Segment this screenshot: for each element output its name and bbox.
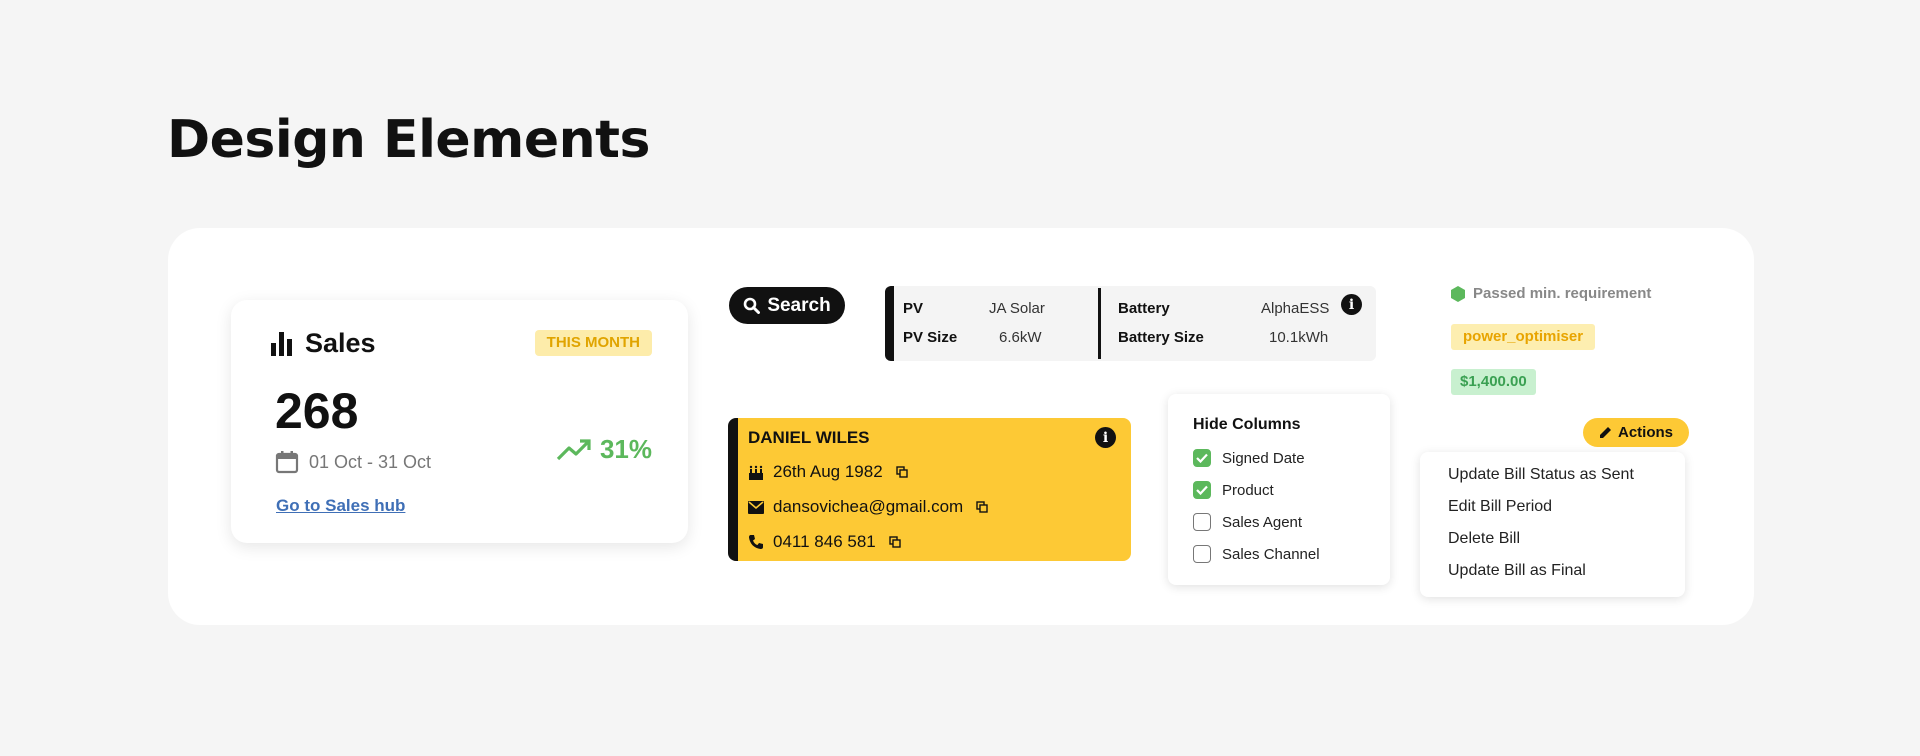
bar-chart-icon (271, 331, 292, 356)
pv-size-value: 6.6kW (999, 329, 1042, 346)
trend-value: 31% (599, 434, 652, 464)
battery-size-value: 10.1kWh (1269, 329, 1329, 346)
column-option-sales-agent[interactable]: Sales Agent (1193, 513, 1302, 531)
menu-item-delete-bill[interactable]: Delete Bill (1448, 530, 1520, 548)
copy-icon[interactable] (976, 501, 988, 513)
column-label: Sales Channel (1222, 545, 1320, 563)
date-range: 01 Oct - 31 Oct (275, 450, 431, 474)
checkbox-unchecked[interactable] (1193, 545, 1211, 563)
phone-text: 0411 846 581 (773, 532, 876, 551)
checkbox-unchecked[interactable] (1193, 513, 1211, 531)
spec-divider (1098, 288, 1101, 359)
sales-card: Sales THIS MONTH 268 01 Oct - 31 Oct 31%… (231, 300, 688, 543)
amount-tag: $1,400.00 (1451, 369, 1536, 395)
pv-label: PV (903, 300, 924, 317)
column-option-sales-channel[interactable]: Sales Channel (1193, 545, 1320, 563)
check-icon (1196, 485, 1208, 495)
menu-item-edit-period[interactable]: Edit Bill Period (1448, 498, 1552, 516)
hide-columns-title: Hide Columns (1193, 416, 1301, 433)
check-icon (1196, 453, 1208, 463)
copy-icon[interactable] (889, 536, 901, 548)
actions-button[interactable]: Actions (1583, 418, 1689, 447)
battery-size-label: Battery Size (1118, 329, 1204, 346)
period-badge: THIS MONTH (534, 330, 652, 356)
column-label: Sales Agent (1222, 513, 1303, 531)
column-label: Product (1222, 481, 1274, 499)
product-tag: power_optimiser (1451, 324, 1596, 350)
trending-up-icon (556, 438, 591, 460)
sales-hub-link[interactable]: Go to Sales hub (276, 496, 405, 516)
cake-icon (749, 465, 763, 480)
sales-value: 268 (275, 383, 359, 439)
actions-menu: Update Bill Status as Sent Edit Bill Per… (1420, 452, 1685, 597)
contact-info-icon[interactable]: i (1095, 427, 1116, 448)
system-specs: PV JA Solar PV Size 6.6kW Battery AlphaE… (885, 286, 1376, 361)
date-range-text: 01 Oct - 31 Oct (309, 451, 432, 472)
copy-icon[interactable] (895, 466, 908, 478)
calendar-icon (275, 451, 299, 474)
hide-columns-panel: Hide Columns Signed Date Product Sales A… (1168, 394, 1390, 585)
search-label: Search (767, 294, 831, 316)
email-text: dansovichea@gmail.com (773, 497, 964, 516)
birthday-text: 26th Aug 1982 (773, 462, 883, 481)
contact-card: DANIEL WILES i 26th Aug 1982 dansovichea… (728, 418, 1131, 561)
battery-label: Battery (1118, 300, 1170, 317)
requirement-text: Passed min. requirement (1473, 285, 1652, 302)
pencil-icon (1599, 427, 1611, 438)
checkbox-checked[interactable] (1193, 449, 1211, 467)
phone-row: 0411 846 581 (748, 532, 901, 552)
requirement-status: Passed min. requirement (1451, 285, 1651, 302)
column-label: Signed Date (1222, 449, 1305, 467)
battery-value: AlphaESS (1261, 300, 1330, 317)
email-row: dansovichea@gmail.com (748, 497, 988, 517)
column-option-product[interactable]: Product (1193, 481, 1274, 499)
mail-icon (748, 500, 764, 514)
page-title: Design Elements (167, 110, 650, 170)
pv-size-label: PV Size (903, 329, 958, 346)
pv-value: JA Solar (989, 300, 1045, 317)
sales-header: Sales (271, 328, 376, 359)
sales-trend: 31% (556, 434, 652, 465)
search-button[interactable]: Search (729, 287, 845, 324)
menu-item-update-sent[interactable]: Update Bill Status as Sent (1448, 466, 1634, 484)
birthday-row: 26th Aug 1982 (748, 462, 908, 482)
contact-name: DANIEL WILES (748, 428, 870, 447)
column-option-signed-date[interactable]: Signed Date (1193, 449, 1305, 467)
menu-item-update-final[interactable]: Update Bill as Final (1448, 562, 1586, 580)
hexagon-status-icon (1451, 285, 1465, 302)
checkbox-checked[interactable] (1193, 481, 1211, 499)
phone-icon (749, 535, 763, 549)
actions-label: Actions (1617, 424, 1673, 441)
info-icon[interactable]: i (1341, 294, 1362, 315)
sales-title: Sales (305, 328, 376, 358)
search-icon (744, 297, 761, 314)
